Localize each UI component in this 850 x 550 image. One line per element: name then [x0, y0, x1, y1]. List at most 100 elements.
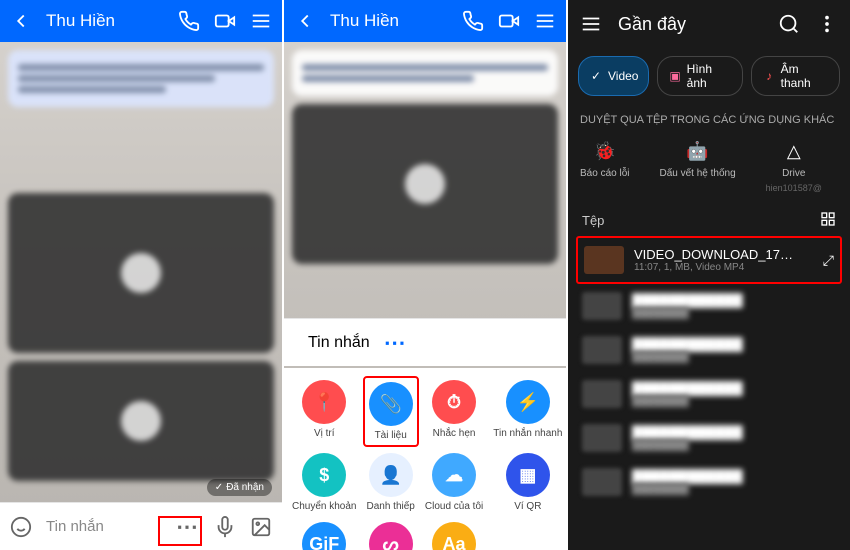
- chat-screen-closed: Thu Hiền ✓ Đã nhận Tin nhắn ⋯: [0, 0, 282, 550]
- overflow-icon[interactable]: [816, 13, 838, 35]
- file-list: VIDEO_DOWNLOAD_1713… 11:07, 1, MB, Video…: [568, 236, 850, 504]
- call-icon[interactable]: [462, 10, 484, 32]
- message-input[interactable]: Tin nhắn: [308, 334, 370, 352]
- mic-icon[interactable]: [214, 516, 236, 538]
- message-input[interactable]: Tin nhắn: [46, 518, 162, 535]
- attach-item-Ví QR[interactable]: ▦ Ví QR: [489, 449, 566, 516]
- app-icon: △: [781, 138, 807, 164]
- attach-item-Vị trí[interactable]: 📍 Vị trí: [288, 376, 361, 447]
- attach-label: Nhắc hẹn: [433, 428, 476, 439]
- chip-Hình ảnh[interactable]: ▣ Hình ảnh: [657, 56, 743, 96]
- video-call-icon[interactable]: [498, 10, 520, 32]
- message-input-row: Tin nhắn ⋯: [284, 318, 566, 366]
- chat-screen-attach: Thu Hiền Tin nhắn ⋯ 📍 Vị trí 📎 Tài liệu ⏱ Nhắ…: [284, 0, 566, 550]
- message-input-row: Tin nhắn ⋯: [0, 502, 282, 550]
- file-row[interactable]: ████████████████████: [576, 460, 842, 504]
- call-icon[interactable]: [178, 10, 200, 32]
- file-row[interactable]: ████████████████████: [576, 328, 842, 372]
- menu-icon[interactable]: [534, 10, 556, 32]
- attach-icon: ᔕ: [369, 522, 413, 550]
- highlight-more: [158, 516, 202, 546]
- app-label: Dấu vết hệ thống: [659, 168, 735, 179]
- app-item-Báo cáo lỗi[interactable]: 🐞 Báo cáo lỗi: [580, 138, 629, 193]
- attach-label: Chuyển khoản: [292, 501, 357, 512]
- search-icon[interactable]: [778, 13, 800, 35]
- chat-title: Thu Hiền: [330, 11, 448, 31]
- menu-icon[interactable]: [250, 10, 272, 32]
- sticker-icon[interactable]: [10, 516, 32, 538]
- chat-header: Thu Hiền: [0, 0, 282, 42]
- attach-icon: ⏱: [432, 380, 476, 424]
- image-icon[interactable]: [250, 516, 272, 538]
- chat-body: [284, 42, 566, 320]
- attach-icon: ▦: [506, 453, 550, 497]
- files-label: Tệp: [582, 213, 604, 228]
- file-row-highlighted[interactable]: VIDEO_DOWNLOAD_1713… 11:07, 1, MB, Video…: [576, 236, 842, 284]
- browse-apps-title: DUYỆT QUA TỆP TRONG CÁC ỨNG DỤNG KHÁC: [568, 104, 850, 130]
- attach-icon: ⚡: [506, 380, 550, 424]
- video-call-icon[interactable]: [214, 10, 236, 32]
- file-row[interactable]: ████████████████████: [576, 372, 842, 416]
- app-label: Drive: [782, 168, 805, 179]
- files-header: Tệp: [568, 201, 850, 236]
- attach-label: Tài liệu: [375, 430, 407, 441]
- chat-header: Thu Hiền: [284, 0, 566, 42]
- chip-Âm thanh[interactable]: ♪ Âm thanh: [751, 56, 840, 96]
- attach-icon: ☁: [432, 453, 476, 497]
- app-row: 🐞 Báo cáo lỗi 🤖 Dấu vết hệ thống △ Drive hien1…: [568, 130, 850, 201]
- attach-item-8[interactable]: GiF: [288, 518, 361, 550]
- type-chips: ✓ Video ▣ Hình ảnh ♪ Âm thanh: [568, 48, 850, 104]
- attach-label: Cloud của tôi: [425, 501, 483, 512]
- attach-label: Danh thiếp: [367, 501, 415, 512]
- attach-item-Chuyển khoản[interactable]: $ Chuyển khoản: [288, 449, 361, 516]
- chip-icon: ▣: [668, 69, 681, 83]
- attach-icon: Aa: [432, 522, 476, 550]
- chat-body: [0, 42, 282, 502]
- file-meta: 11:07, 1, MB, Video MP4: [634, 262, 813, 273]
- received-badge: ✓ Đã nhận: [207, 479, 272, 496]
- app-label: Báo cáo lỗi: [580, 168, 629, 179]
- picker-header: Gần đây: [568, 0, 850, 48]
- grid-view-icon[interactable]: [820, 211, 836, 230]
- attach-icon: 👤: [369, 453, 413, 497]
- back-icon[interactable]: [10, 10, 32, 32]
- attach-label: Vị trí: [314, 428, 335, 439]
- app-item-Dấu vết hệ thống[interactable]: 🤖 Dấu vết hệ thống: [659, 138, 735, 193]
- attach-icon: 📍: [302, 380, 346, 424]
- more-button-active[interactable]: ⋯: [384, 330, 408, 356]
- file-row[interactable]: ████████████████████: [576, 284, 842, 328]
- chat-title: Thu Hiền: [46, 11, 164, 31]
- chip-label: Video: [608, 69, 638, 83]
- attach-item-Cloud của tôi[interactable]: ☁ Cloud của tôi: [421, 449, 487, 516]
- back-icon[interactable]: [294, 10, 316, 32]
- chip-icon: ✓: [589, 69, 603, 83]
- app-item-Drive[interactable]: △ Drive hien101587@: [766, 138, 822, 193]
- attach-label: Ví QR: [514, 501, 541, 512]
- attach-label: Tin nhắn nhanh: [493, 428, 562, 439]
- attach-icon: $: [302, 453, 346, 497]
- chip-Video[interactable]: ✓ Video: [578, 56, 649, 96]
- attach-item-Tài liệu[interactable]: 📎 Tài liệu: [363, 376, 419, 447]
- file-info: VIDEO_DOWNLOAD_1713… 11:07, 1, MB, Video…: [634, 247, 813, 273]
- attach-item-10[interactable]: Aa: [421, 518, 487, 550]
- file-row[interactable]: ████████████████████: [576, 416, 842, 460]
- app-sub: hien101587@: [766, 183, 822, 193]
- app-icon: 🐞: [592, 138, 618, 164]
- attach-item-9[interactable]: ᔕ: [363, 518, 419, 550]
- file-picker-screen: Gần đây ✓ Video ▣ Hình ảnh ♪ Âm thanh DUYỆT Q…: [568, 0, 850, 550]
- attach-icon: GiF: [302, 522, 346, 550]
- attachment-panel: 📍 Vị trí 📎 Tài liệu ⏱ Nhắc hẹn ⚡ Tin nhắn nhanh…: [284, 368, 566, 550]
- file-thumb: [584, 246, 624, 274]
- app-icon: 🤖: [685, 138, 711, 164]
- attach-item-Danh thiếp[interactable]: 👤 Danh thiếp: [363, 449, 419, 516]
- expand-icon[interactable]: ⤢: [823, 252, 834, 269]
- attach-item-Nhắc hẹn[interactable]: ⏱ Nhắc hẹn: [421, 376, 487, 447]
- chip-label: Hình ảnh: [687, 62, 733, 90]
- picker-title: Gần đây: [618, 14, 762, 35]
- hamburger-icon[interactable]: [580, 13, 602, 35]
- attach-item-Tin nhắn nhanh[interactable]: ⚡ Tin nhắn nhanh: [489, 376, 566, 447]
- attach-icon: 📎: [369, 382, 413, 426]
- chip-label: Âm thanh: [781, 62, 829, 90]
- chip-icon: ♪: [762, 69, 775, 83]
- file-name: VIDEO_DOWNLOAD_1713…: [634, 247, 794, 262]
